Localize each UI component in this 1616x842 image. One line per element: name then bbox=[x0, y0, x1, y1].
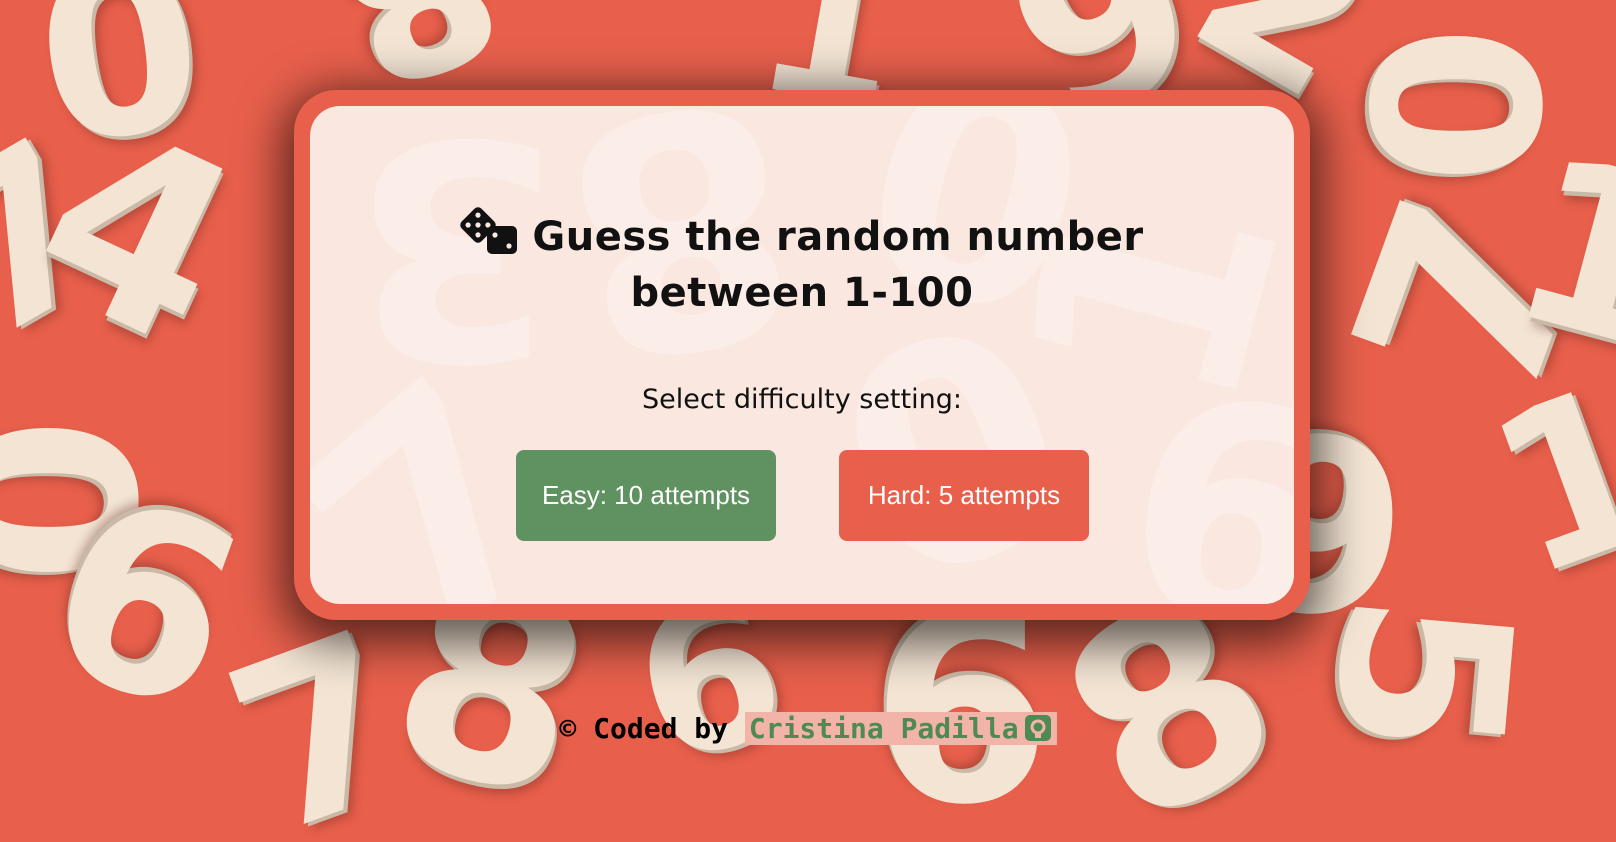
page-title: Guess the random number between 1-100 bbox=[310, 206, 1294, 321]
author-link[interactable]: Cristina Padilla bbox=[744, 712, 1057, 745]
footer: © Coded by Cristina Padilla bbox=[0, 712, 1616, 745]
hard-button[interactable]: Hard: 5 attempts bbox=[839, 450, 1089, 541]
difficulty-prompt: Select difficulty setting: bbox=[642, 384, 962, 415]
card-panel: 3 8 0 1 7 0 9 Guess the random number be… bbox=[310, 106, 1294, 604]
game-card: 3 8 0 1 7 0 9 Guess the random number be… bbox=[294, 90, 1310, 620]
easy-button[interactable]: Easy: 10 attempts bbox=[516, 450, 776, 541]
title-line-2: between 1-100 bbox=[630, 270, 974, 316]
author-name: Cristina Padilla bbox=[748, 712, 1019, 745]
title-line-1: Guess the random number bbox=[532, 214, 1144, 260]
github-icon bbox=[1024, 715, 1051, 741]
dice-icon bbox=[460, 207, 518, 254]
footer-prefix: © Coded by bbox=[559, 712, 728, 745]
